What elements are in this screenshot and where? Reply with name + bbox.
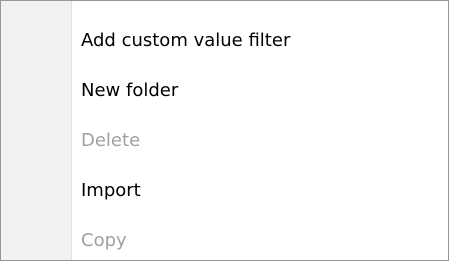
menu-item-add-custom-value-filter[interactable]: Add custom value filter	[1, 15, 448, 65]
menu-item-label: Import	[81, 179, 141, 201]
context-menu: Add custom value filter New folder Delet…	[0, 0, 449, 261]
menu-item-label: New folder	[81, 79, 179, 101]
menu-item-import[interactable]: Import	[1, 165, 448, 215]
menu-item-label: Add custom value filter	[81, 29, 291, 51]
menu-item-label: Copy	[81, 229, 127, 251]
menu-items: Add custom value filter New folder Delet…	[1, 15, 448, 265]
menu-item-delete: Delete	[1, 115, 448, 165]
menu-item-label: Delete	[81, 129, 141, 151]
menu-item-copy: Copy	[1, 215, 448, 265]
menu-item-new-folder[interactable]: New folder	[1, 65, 448, 115]
